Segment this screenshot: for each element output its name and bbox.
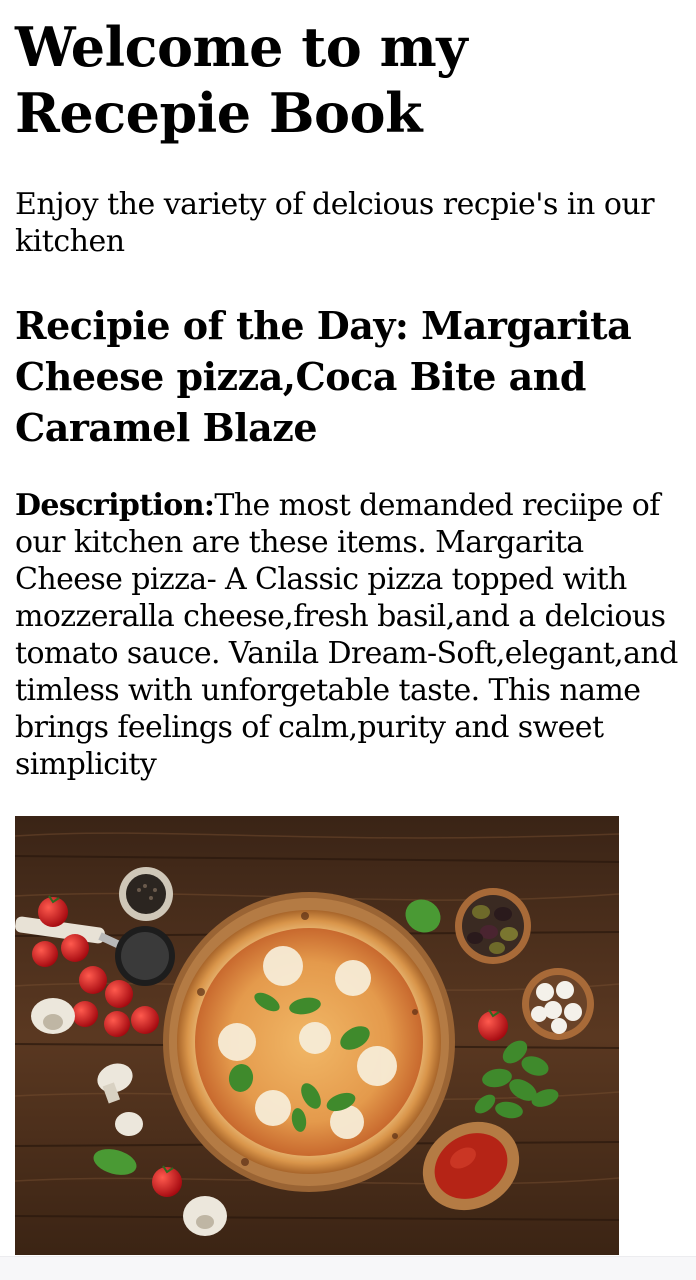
description-text: The most demanded reciipe of our kitchen… [15,488,678,782]
recipe-page: Welcome to my Recepie Book Enjoy the var… [0,0,696,1280]
intro-text: Enjoy the variety of delcious recpie's i… [15,187,655,259]
browser-bottom-bar [0,1256,696,1280]
page-title: Welcome to my Recepie Book [15,15,468,145]
pizza-photo [15,816,619,1255]
recipe-description: Description:The most demanded reciipe of… [15,487,685,783]
description-label: Description: [15,488,215,523]
recipe-of-day-heading: Recipie of the Day: Margarita Cheese piz… [15,303,632,450]
